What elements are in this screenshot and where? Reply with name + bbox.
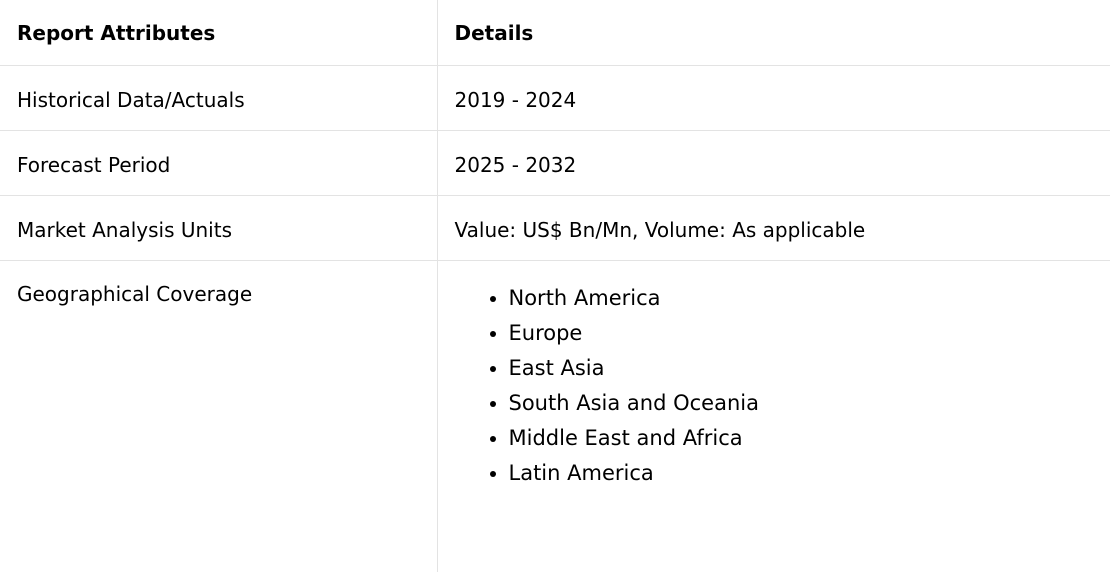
list-item: Latin America <box>509 461 1110 485</box>
table-header-row: Report Attributes Details <box>0 0 1110 65</box>
table-row: Market Analysis Units Value: US$ Bn/Mn, … <box>0 195 1110 260</box>
list-item: East Asia <box>509 356 1110 380</box>
header-report-attributes: Report Attributes <box>17 21 216 45</box>
header-details: Details <box>436 0 1110 65</box>
table-row: Forecast Period 2025 - 2032 <box>0 130 1110 195</box>
attribute-cell: Historical Data/Actuals <box>17 87 245 112</box>
attribute-cell: Market Analysis Units <box>17 217 232 242</box>
attribute-cell: Geographical Coverage <box>17 281 253 306</box>
detail-cell: 2025 - 2032 <box>436 130 1110 195</box>
list-item: Middle East and Africa <box>509 426 1110 450</box>
table-row: Historical Data/Actuals 2019 - 2024 <box>0 65 1110 130</box>
table-row-geographical-coverage: Geographical Coverage North America Euro… <box>0 260 1110 572</box>
region-list: North America Europe East Asia South Asi… <box>455 286 1110 485</box>
attribute-cell: Forecast Period <box>17 152 171 177</box>
detail-cell: 2019 - 2024 <box>436 65 1110 130</box>
list-item: South Asia and Oceania <box>509 391 1110 415</box>
list-item: Europe <box>509 321 1110 345</box>
region-list-cell: North America Europe East Asia South Asi… <box>436 260 1110 572</box>
detail-cell: Value: US$ Bn/Mn, Volume: As applicable <box>436 195 1110 260</box>
list-item: North America <box>509 286 1110 310</box>
report-attributes-table: Report Attributes Details Historical Dat… <box>0 0 1110 572</box>
